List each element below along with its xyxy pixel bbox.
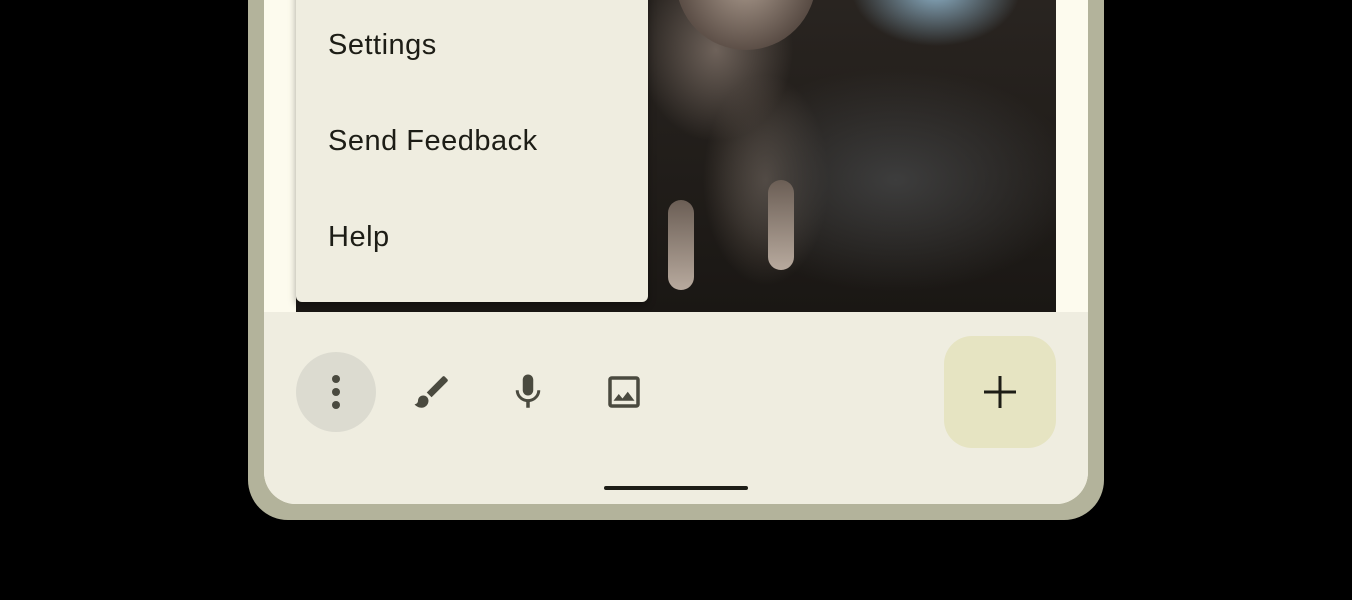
dog-head bbox=[676, 0, 816, 50]
menu-item-help[interactable]: Help bbox=[296, 189, 648, 285]
image-icon bbox=[608, 376, 640, 408]
more-options-button[interactable] bbox=[296, 352, 376, 432]
brush-icon bbox=[414, 376, 448, 408]
voice-note-button[interactable] bbox=[488, 352, 568, 432]
menu-item-label: Send Feedback bbox=[328, 124, 538, 157]
dog-leg bbox=[768, 180, 794, 270]
menu-item-settings[interactable]: Settings bbox=[296, 0, 648, 93]
menu-item-label: Help bbox=[328, 220, 390, 253]
new-note-fab[interactable] bbox=[944, 336, 1056, 448]
add-icon bbox=[984, 376, 1016, 408]
gesture-nav-handle[interactable] bbox=[604, 486, 748, 490]
add-image-button[interactable] bbox=[584, 352, 664, 432]
menu-item-send-feedback[interactable]: Send Feedback bbox=[296, 93, 648, 189]
dog-leg bbox=[668, 200, 694, 290]
more-vert-icon bbox=[332, 375, 340, 409]
menu-item-label: Settings bbox=[328, 28, 437, 61]
bottom-app-bar bbox=[264, 312, 1088, 504]
mic-icon bbox=[515, 374, 541, 408]
app-screen: Settings Send Feedback Help bbox=[264, 0, 1088, 504]
drawing-button[interactable] bbox=[392, 352, 472, 432]
overflow-menu: Settings Send Feedback Help bbox=[296, 0, 648, 302]
